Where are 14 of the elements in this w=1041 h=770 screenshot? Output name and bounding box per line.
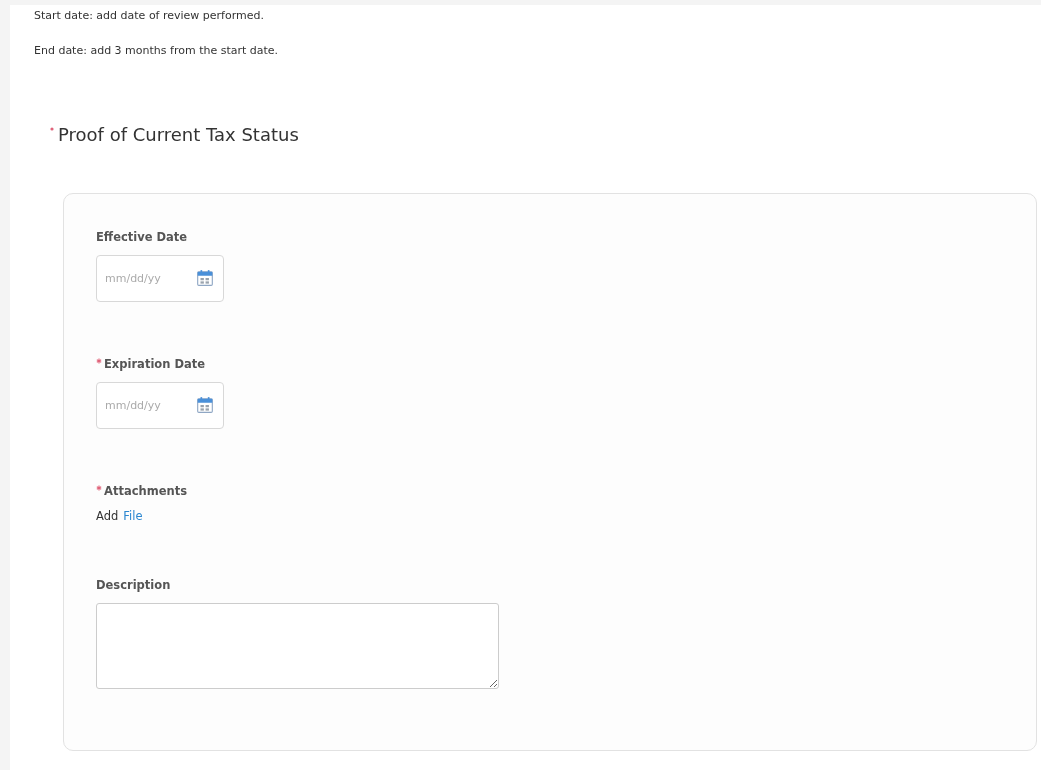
date-field[interactable]: mm/dd/yy: [96, 255, 224, 302]
field-label: Effective Date: [96, 230, 188, 244]
field-label: Expiration Date: [104, 357, 205, 371]
field-label: Description: [96, 578, 171, 592]
calendar-icon[interactable]: [196, 269, 214, 287]
add-text: Add: [96, 509, 119, 523]
instruction-text: Start date: add date of review performed.: [34, 9, 266, 23]
calendar-icon[interactable]: [196, 396, 214, 414]
date-field[interactable]: mm/dd/yy: [96, 382, 224, 429]
description-field[interactable]: [96, 603, 499, 689]
file-link[interactable]: File: [123, 509, 143, 523]
section-title: Proof of Current Tax Status: [58, 124, 299, 145]
field-label: Attachments: [104, 484, 187, 498]
instruction-text: End date: add 3 months from the start date.: [34, 44, 280, 58]
